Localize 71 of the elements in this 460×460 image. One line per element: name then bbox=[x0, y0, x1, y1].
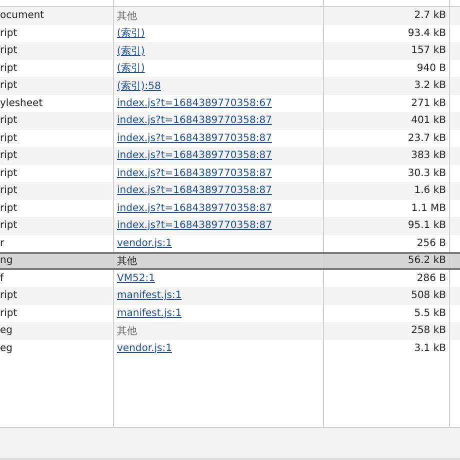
table-cell: 5.5 kB bbox=[414, 308, 446, 319]
table-cell: 383 kB bbox=[411, 150, 446, 162]
table-row[interactable]: ript manifest.js:1 508 kB bbox=[0, 287, 460, 304]
table-cell: 940 B bbox=[416, 62, 446, 74]
initiator-link[interactable]: (索引):58 bbox=[117, 78, 161, 93]
table-row[interactable]: ript index.js?t=1684389770358:87 383 kB bbox=[0, 147, 460, 164]
table-cell: 256 B bbox=[416, 238, 446, 249]
table-cell: ript bbox=[0, 308, 18, 319]
table-row[interactable]: ript (索引):58 3.2 kB bbox=[0, 77, 460, 94]
table-cell: 95.1 kB bbox=[408, 220, 446, 232]
table-cell: 3.1 kB bbox=[414, 342, 446, 354]
table-row[interactable]: eg vendor.js:1 3.1 kB bbox=[0, 340, 460, 357]
table-cell: ript bbox=[0, 202, 18, 214]
table-cell: ocument bbox=[0, 10, 44, 22]
table-cell: ript bbox=[0, 185, 18, 196]
table-cell: ript bbox=[0, 290, 18, 302]
table-cell: 258 kB bbox=[411, 325, 446, 336]
table-cell: ript bbox=[0, 45, 18, 56]
table-cell: 508 kB bbox=[411, 290, 446, 302]
table-cell: 93.4 kB bbox=[408, 28, 446, 39]
table-cell: 271 kB bbox=[411, 98, 446, 109]
table-row[interactable]: ript (索引) 157 kB bbox=[0, 42, 460, 60]
table-cell: 2.7 kB bbox=[414, 10, 446, 22]
initiator-link[interactable]: index.js?t=1684389770358:87 bbox=[117, 220, 272, 232]
table-cell: ript bbox=[0, 168, 18, 179]
table-cell: ng bbox=[0, 255, 13, 266]
table-cell: ript bbox=[0, 220, 18, 232]
table-cell: ript bbox=[0, 62, 18, 74]
table-cell: 3.2 kB bbox=[414, 80, 446, 92]
initiator-link[interactable]: (索引) bbox=[117, 61, 145, 76]
initiator-link[interactable]: index.js?t=1684389770358:87 bbox=[117, 132, 272, 144]
table-row[interactable]: ript index.js?t=1684389770358:87 95.1 kB bbox=[0, 217, 460, 234]
table-cell: ript bbox=[0, 80, 18, 92]
table-row[interactable]: ocument 其他 2.7 kB bbox=[0, 7, 460, 24]
initiator-link[interactable]: vendor.js:1 bbox=[117, 342, 172, 354]
table-cell: 23.7 kB bbox=[408, 132, 446, 144]
table-cell: 30.3 kB bbox=[408, 168, 446, 179]
initiator-link[interactable]: vendor.js:1 bbox=[117, 238, 172, 249]
table-cell: eg bbox=[0, 342, 12, 354]
initiator-link[interactable]: manifest.js:1 bbox=[117, 290, 182, 302]
table-cell: 1.6 kB bbox=[414, 185, 446, 196]
initiator-link[interactable]: manifest.js:1 bbox=[117, 308, 182, 319]
table-cell: 56.2 kB bbox=[408, 255, 446, 266]
table-row[interactable]: ript index.js?t=1684389770358:87 1.6 kB bbox=[0, 182, 460, 200]
table-cell: ript bbox=[0, 132, 18, 144]
initiator-link[interactable]: index.js?t=1684389770358:87 bbox=[117, 168, 272, 179]
initiator-link[interactable]: (索引) bbox=[117, 44, 145, 58]
table-cell: 1.1 MB bbox=[411, 202, 446, 214]
table-cell: ript bbox=[0, 115, 18, 126]
table-cell: ript bbox=[0, 28, 18, 39]
table-cell: 157 kB bbox=[411, 45, 446, 56]
table-cell-text: 其他 bbox=[117, 10, 137, 23]
initiator-link[interactable]: index.js?t=1684389770358:87 bbox=[117, 150, 272, 162]
initiator-link[interactable]: index.js?t=1684389770358:67 bbox=[117, 98, 272, 109]
initiator-link[interactable]: index.js?t=1684389770358:87 bbox=[117, 202, 272, 214]
initiator-link[interactable]: index.js?t=1684389770358:87 bbox=[117, 115, 272, 126]
table-row[interactable]: ript index.js?t=1684389770358:87 401 kB bbox=[0, 112, 460, 130]
initiator-link[interactable]: (索引) bbox=[117, 26, 145, 40]
table-cell: 401 kB bbox=[411, 115, 446, 126]
table-cell: ylesheet bbox=[0, 98, 43, 109]
table-cell: 286 B bbox=[416, 272, 446, 284]
table-cell-text: 其他 bbox=[117, 254, 137, 268]
table-row[interactable]: ng 其他 56.2 kB bbox=[0, 252, 460, 270]
initiator-link[interactable]: index.js?t=1684389770358:87 bbox=[117, 185, 272, 196]
initiator-link[interactable]: VM52:1 bbox=[117, 272, 155, 284]
table-cell: r bbox=[0, 238, 4, 249]
table-cell: f bbox=[0, 272, 4, 284]
table-cell-text: 其他 bbox=[117, 324, 137, 338]
table-cell: eg bbox=[0, 325, 12, 336]
table-cell: ript bbox=[0, 150, 18, 162]
table-row[interactable]: eg 其他 258 kB bbox=[0, 322, 460, 340]
